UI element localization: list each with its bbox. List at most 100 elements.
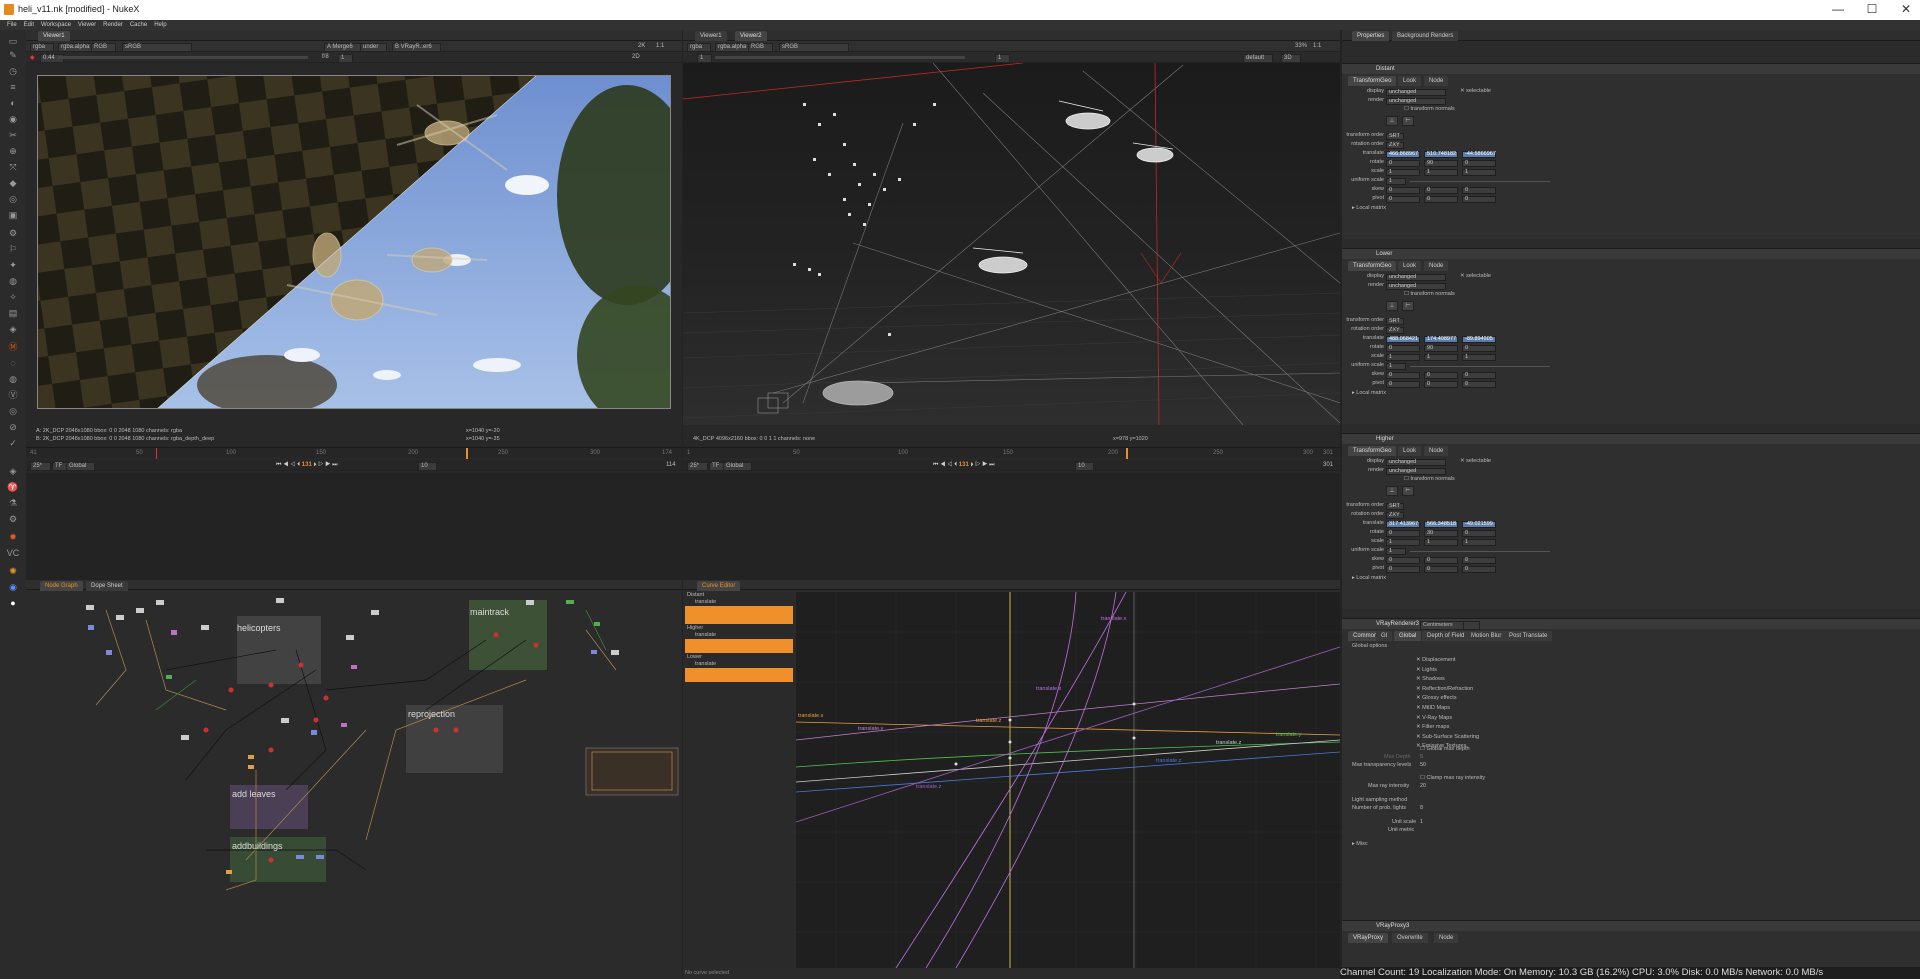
fps-field[interactable]: 25*	[30, 462, 52, 471]
tab-look[interactable]: Look	[1398, 446, 1422, 456]
scale-z-field[interactable]: 1	[1462, 169, 1496, 176]
fps-field-2[interactable]: 25*	[687, 462, 709, 471]
vray-tab-global[interactable]: Global	[1394, 631, 1422, 641]
rotate-y-field[interactable]: 90	[1424, 160, 1458, 167]
uniform-scale-field[interactable]: 1	[1386, 548, 1406, 555]
skew-z-field[interactable]: 0	[1462, 187, 1496, 194]
translate-y-field[interactable]: 174.408977	[1424, 336, 1458, 343]
tree-node-lower[interactable]: Lower	[687, 654, 702, 660]
translate-y-field[interactable]: 566.348518	[1424, 521, 1458, 528]
misc-group[interactable]: ▸ Misc	[1352, 841, 1368, 847]
input-b-dropdown[interactable]: B VRayR..er6	[392, 43, 441, 52]
view-3d-dropdown[interactable]: 3D	[1281, 54, 1301, 63]
local-matrix-group[interactable]: ▸ Local matrix	[1352, 205, 1386, 211]
max-transparency-field[interactable]: 50	[1420, 762, 1426, 768]
plugin11-icon[interactable]: ◉	[6, 580, 20, 594]
metadata-node-icon[interactable]: ▣	[6, 208, 20, 222]
tree-node-distant[interactable]: Distant	[687, 592, 704, 598]
vray-option-check[interactable]: ✕ Displacement	[1416, 657, 1455, 663]
playback-controls[interactable]: ⏮ ◀ ◁ ⏴ 131 ⏵ ▷ ▶ ⏭	[276, 462, 338, 469]
gain-icon[interactable]: ◆	[30, 54, 35, 61]
skew-y-field[interactable]: 0	[1424, 187, 1458, 194]
zoom-level-2[interactable]: 33%	[1295, 43, 1307, 49]
lut-dropdown[interactable]: sRGB	[122, 43, 193, 52]
tab-viewer1[interactable]: Viewer1	[38, 31, 70, 41]
vray-option-check[interactable]: ✕ Shadows	[1416, 676, 1445, 682]
ocula-icon[interactable]: ◍	[6, 274, 20, 288]
tab-look[interactable]: Look	[1398, 261, 1422, 271]
render-dropdown[interactable]: unchanged	[1386, 468, 1446, 475]
vray-tab-dof[interactable]: Depth of Field	[1422, 631, 1470, 641]
snap-button[interactable]: ⊢	[1402, 301, 1414, 311]
channel-node-icon[interactable]: ≡	[6, 80, 20, 94]
tab-background-renders[interactable]: Background Renders	[1392, 31, 1459, 41]
rotate-y-field[interactable]: 30	[1424, 530, 1458, 537]
gizmo2-icon[interactable]: ◍	[6, 372, 20, 386]
vray-option-check[interactable]: ✕ Reflection/Refraction	[1416, 686, 1473, 692]
increment-field[interactable]: 10	[418, 462, 437, 471]
vray-option-check[interactable]: ✕ Sub-Surface Scattering	[1416, 734, 1479, 740]
gizmo4-icon[interactable]: ⊘	[6, 420, 20, 434]
skew-x-field[interactable]: 0	[1386, 187, 1420, 194]
vray-option-check[interactable]: ✕ V-Ray Maps	[1416, 715, 1452, 721]
rotate-y-field[interactable]: 90	[1424, 345, 1458, 352]
plugin9-icon[interactable]: ✹	[6, 530, 20, 544]
particles-icon[interactable]: ✧	[6, 290, 20, 304]
pivot-y-field[interactable]: 0	[1424, 566, 1458, 573]
other-node-icon[interactable]: ⚐	[6, 242, 20, 256]
rotate-z-field[interactable]: 0	[1462, 345, 1496, 352]
selectable-check[interactable]: ✕ selectable	[1460, 458, 1491, 464]
max-depth-field[interactable]: 5	[1420, 754, 1423, 760]
gizmo3-icon[interactable]: ◎	[6, 404, 20, 418]
pivot-y-field[interactable]: 0	[1424, 381, 1458, 388]
clamp-ray-check[interactable]: ☐ Clamp max ray intensity	[1420, 775, 1485, 781]
pivot-x-field[interactable]: 0	[1386, 381, 1420, 388]
view-mode[interactable]: 2D	[632, 54, 640, 60]
channel-dropdown-2[interactable]: rgba	[687, 43, 712, 52]
viewer1-timeline[interactable]: 41 50 100 150 200 250 300 174	[26, 447, 682, 459]
order-dropdown[interactable]: SRT	[1386, 503, 1404, 510]
scale-x-field[interactable]: 1	[1386, 539, 1420, 546]
tab-node[interactable]: Node	[1424, 76, 1449, 86]
filter-node-icon[interactable]: ◉	[6, 112, 20, 126]
merge-node-icon[interactable]: ⊕	[6, 144, 20, 158]
lut-dropdown-2[interactable]: sRGB	[779, 43, 850, 52]
node-graph[interactable]: Node Graph Dope Sheet helicopters maintr…	[26, 580, 682, 979]
plugin8-icon[interactable]: ⚙	[6, 512, 20, 526]
vray-tab-post-translate[interactable]: Post Translate	[1504, 631, 1553, 641]
skew-x-field[interactable]: 0	[1386, 557, 1420, 564]
display-dropdown[interactable]: unchanged	[1386, 459, 1446, 466]
backdrop-maintrack[interactable]: maintrack	[466, 604, 513, 620]
rot-dropdown[interactable]: ZXY	[1386, 512, 1404, 519]
tab-node[interactable]: Node	[1424, 446, 1449, 456]
silhouette-icon[interactable]: ✓	[6, 436, 20, 450]
vray-tab-gi[interactable]: GI	[1376, 631, 1393, 641]
transform-normals-check[interactable]: ☐ transform normals	[1404, 476, 1455, 482]
pivot-z-field[interactable]: 0	[1462, 196, 1496, 203]
tab-curve-editor[interactable]: Curve Editor	[697, 581, 741, 591]
selectable-check[interactable]: ✕ selectable	[1460, 88, 1491, 94]
rotate-z-field[interactable]: 0	[1462, 160, 1496, 167]
gain-field-2[interactable]: 1	[697, 54, 713, 63]
selectable-check[interactable]: ✕ selectable	[1460, 273, 1491, 279]
proxy-res[interactable]: 2K	[638, 43, 645, 49]
backdrop-add-leaves[interactable]: add leaves	[228, 786, 280, 802]
curve-graph[interactable]: translate.x translate.x translate.x tran…	[796, 592, 1340, 968]
global-max-depth-check[interactable]: ☐ Global max depth	[1420, 746, 1470, 752]
increment-field-2[interactable]: 10	[1075, 462, 1094, 471]
tree-ch-distant[interactable]: translate	[695, 599, 716, 605]
translate-x-field[interactable]: 488.068421	[1386, 336, 1420, 343]
furnace-icon[interactable]: ✦	[6, 258, 20, 272]
vc-icon[interactable]: VC	[6, 546, 20, 560]
composite-op-dropdown[interactable]: under	[360, 43, 388, 52]
uniform-scale-field[interactable]: 1	[1386, 363, 1406, 370]
skew-y-field[interactable]: 0	[1424, 372, 1458, 379]
tab-viewer2[interactable]: Viewer2	[735, 31, 767, 41]
rot-dropdown[interactable]: ZXY	[1386, 142, 1404, 149]
tree-ch-lower[interactable]: translate	[695, 661, 716, 667]
zoom-ratio[interactable]: 1:1	[656, 43, 664, 49]
translate-y-field[interactable]: 510.748182	[1424, 151, 1458, 158]
translate-x-field[interactable]: 466.868967	[1386, 151, 1420, 158]
pivot-y-field[interactable]: 0	[1424, 196, 1458, 203]
snap-button[interactable]: ⊢	[1402, 116, 1414, 126]
